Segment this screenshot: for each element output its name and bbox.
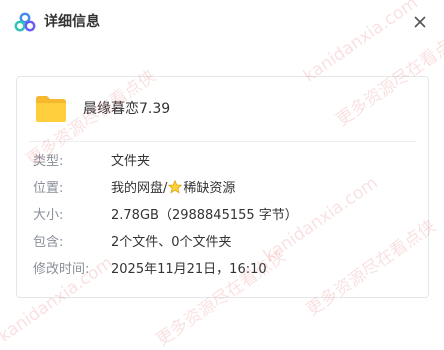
- type-label: 类型:: [33, 154, 64, 169]
- size-value: 2.78GB（2988845155 字节）: [111, 208, 298, 223]
- location-folder: 稀缺资源: [183, 181, 236, 196]
- divider: [29, 141, 416, 142]
- contains-label: 包含:: [33, 235, 64, 250]
- location-value: 我的网盘/稀缺资源: [111, 178, 235, 200]
- file-info-card: 晨缘暮恋7.39 类型: 文件夹 位置: 我的网盘/稀缺资源 大小: 2.78G…: [16, 76, 429, 298]
- file-name: 晨缘暮恋7.39: [83, 101, 171, 117]
- location-row: 位置: 我的网盘/稀缺资源: [17, 178, 428, 200]
- dialog-header: 详细信息: [0, 0, 444, 44]
- star-icon: [168, 180, 183, 194]
- folder-icon: [36, 96, 66, 122]
- modified-value: 2025年11月21日，16:10: [111, 262, 267, 277]
- close-icon[interactable]: [410, 12, 430, 32]
- contains-row: 包含: 2个文件、0个文件夹: [17, 232, 428, 254]
- location-label: 位置:: [33, 181, 64, 196]
- type-row: 类型: 文件夹: [17, 151, 428, 173]
- file-header: 晨缘暮恋7.39: [17, 77, 428, 141]
- size-row: 大小: 2.78GB（2988845155 字节）: [17, 205, 428, 227]
- dialog-title: 详细信息: [44, 14, 100, 30]
- type-value: 文件夹: [111, 154, 151, 169]
- contains-value: 2个文件、0个文件夹: [111, 235, 232, 250]
- size-label: 大小:: [33, 208, 64, 223]
- cloud-logo-icon: [14, 12, 36, 32]
- location-path: 我的网盘/: [111, 181, 168, 196]
- modified-row: 修改时间: 2025年11月21日，16:10: [17, 259, 428, 281]
- modified-label: 修改时间:: [33, 262, 90, 277]
